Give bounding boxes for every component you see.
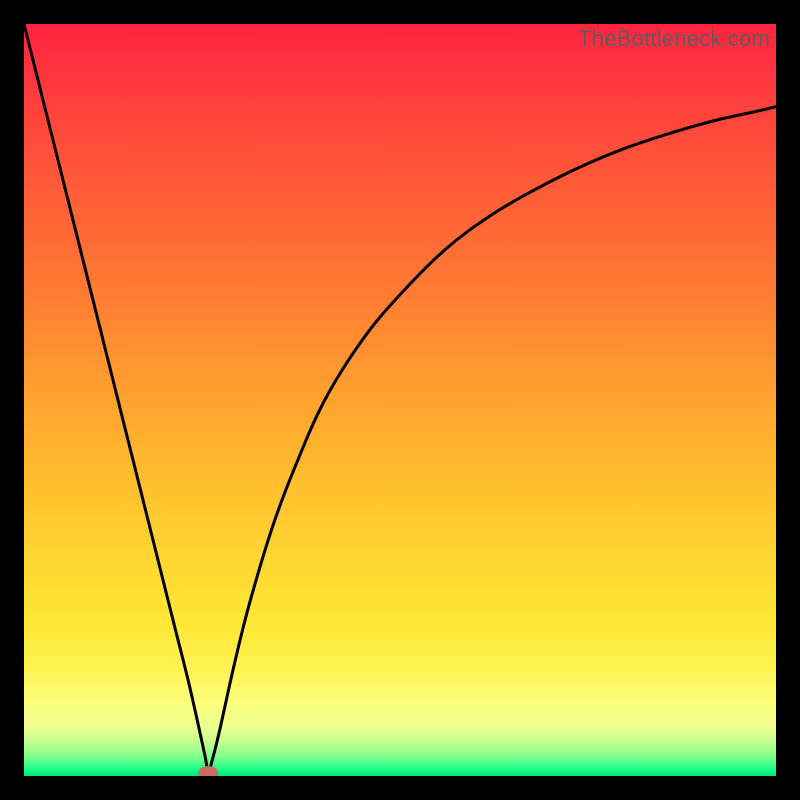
bottleneck-curve — [24, 24, 776, 773]
chart-frame: TheBottleneck.com — [24, 24, 776, 776]
chart-plot — [24, 24, 776, 776]
minimum-marker — [198, 766, 218, 776]
watermark-text: TheBottleneck.com — [578, 26, 770, 52]
